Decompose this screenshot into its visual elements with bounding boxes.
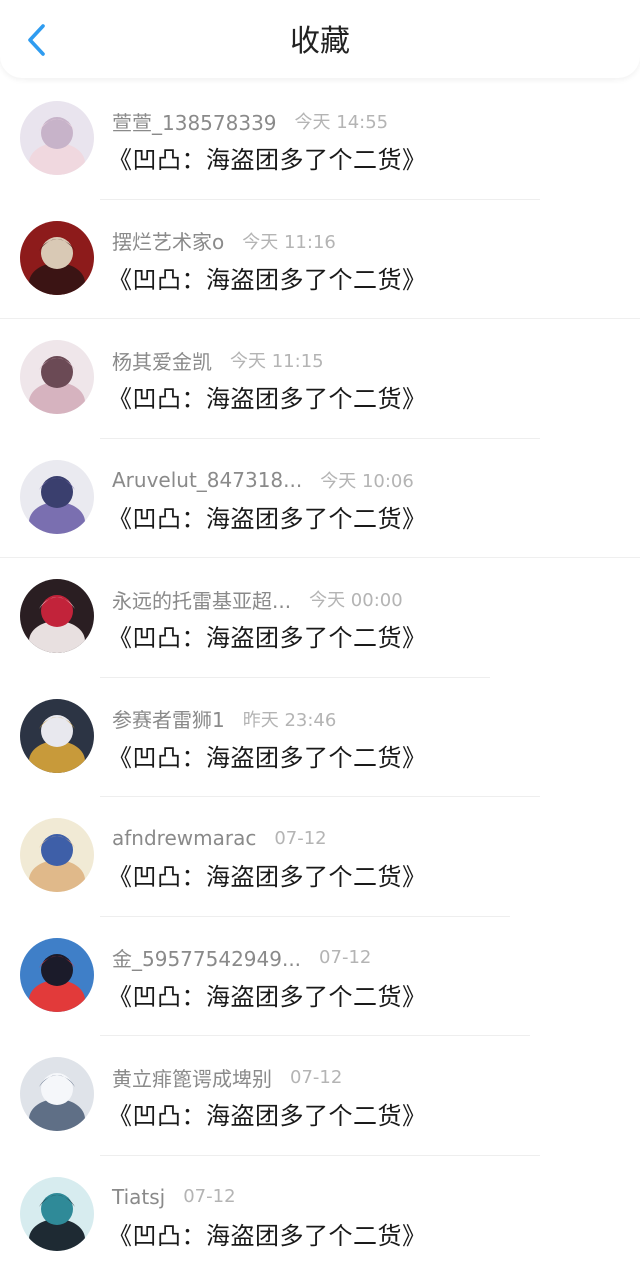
list-item[interactable]: 永远的托雷基亚超... 今天 00:00 《凹凸：海盗团多了个二货》 [0, 558, 640, 678]
item-title[interactable]: 《凹凸：海盗团多了个二货》 [108, 1216, 427, 1251]
item-meta: Tiatsj 07-12 [112, 1182, 236, 1212]
favorites-list: 萱萱_138578339 今天 14:55 《凹凸：海盗团多了个二货》 摆烂艺术家o 今… [0, 80, 640, 1272]
timestamp: 07-12 [319, 947, 372, 968]
avatar[interactable] [20, 818, 94, 892]
username[interactable]: 萱萱_138578339 [112, 107, 277, 136]
timestamp: 今天 11:16 [242, 231, 336, 253]
list-item[interactable]: 黄立痱篦谔成埤别 07-12 《凹凸：海盗团多了个二货》 [0, 1036, 640, 1156]
item-meta: 黄立痱篦谔成埤别 07-12 [112, 1062, 342, 1092]
username[interactable]: Aruvelut_847318... [112, 468, 302, 492]
avatar[interactable] [20, 698, 94, 773]
list-item[interactable]: Aruvelut_847318... 今天 10:06 《凹凸：海盗团多了个二货》 [0, 439, 640, 558]
avatar[interactable] [20, 220, 94, 295]
username[interactable]: Tiatsj [112, 1185, 165, 1209]
avatar[interactable] [20, 101, 94, 175]
item-title[interactable]: 《凹凸：海盗团多了个二货》 [108, 738, 427, 773]
timestamp: 07-12 [274, 827, 327, 849]
item-title[interactable]: 《凹凸：海盗团多了个二货》 [108, 260, 427, 295]
item-meta: afndrewmarac 07-12 [112, 823, 327, 853]
list-item[interactable]: 杨其爱金凯 今天 11:15 《凹凸：海盗团多了个二货》 [0, 319, 640, 439]
timestamp: 07-12 [290, 1066, 343, 1088]
avatar[interactable] [20, 579, 94, 653]
timestamp: 07-12 [183, 1186, 236, 1207]
item-meta: 参赛者雷狮1 昨天 23:46 [112, 704, 336, 734]
item-title[interactable]: 《凹凸：海盗团多了个二货》 [108, 499, 427, 534]
item-meta: 永远的托雷基亚超... 今天 00:00 [112, 584, 403, 614]
avatar[interactable] [20, 340, 94, 414]
timestamp: 今天 00:00 [309, 590, 403, 611]
item-title[interactable]: 《凹凸：海盗团多了个二货》 [108, 618, 427, 653]
username[interactable]: 摆烂艺术家o [112, 226, 224, 255]
timestamp: 今天 10:06 [320, 470, 414, 492]
avatar[interactable] [20, 459, 94, 534]
item-title[interactable]: 《凹凸：海盗团多了个二货》 [108, 140, 427, 175]
username[interactable]: afndrewmarac [112, 826, 256, 850]
item-meta: 杨其爱金凯 今天 11:15 [112, 345, 324, 375]
item-meta: 摆烂艺术家o 今天 11:16 [112, 226, 336, 256]
username[interactable]: 参赛者雷狮1 [112, 704, 225, 733]
item-title[interactable]: 《凹凸：海盗团多了个二货》 [108, 1096, 427, 1131]
timestamp: 今天 14:55 [294, 112, 389, 133]
username[interactable]: 黄立痱篦谔成埤别 [112, 1063, 272, 1092]
avatar[interactable] [20, 937, 94, 1012]
username[interactable]: 永远的托雷基亚超... [112, 585, 291, 614]
top-bar: 收藏 [0, 0, 640, 78]
list-item[interactable]: 摆烂艺术家o 今天 11:16 《凹凸：海盗团多了个二货》 [0, 200, 640, 319]
list-item[interactable]: 金_59577542949... 07-12 《凹凸：海盗团多了个二货》 [0, 917, 640, 1036]
list-item[interactable]: 参赛者雷狮1 昨天 23:46 《凹凸：海盗团多了个二货》 [0, 678, 640, 797]
timestamp: 昨天 23:46 [242, 709, 337, 731]
item-title[interactable]: 《凹凸：海盗团多了个二货》 [108, 977, 427, 1012]
username[interactable]: 金_59577542949... [112, 943, 301, 972]
item-title[interactable]: 《凹凸：海盗团多了个二货》 [108, 857, 427, 892]
item-meta: 萱萱_138578339 今天 14:55 [112, 106, 388, 136]
avatar[interactable] [20, 1176, 94, 1251]
page-title: 收藏 [290, 24, 350, 59]
item-title[interactable]: 《凹凸：海盗团多了个二货》 [108, 379, 427, 414]
collection-page: 收藏 萱萱_138578339 今天 14:55 《凹凸：海盗团多了个二货》 摆烂艺术… [0, 0, 640, 1272]
item-meta: Aruvelut_847318... 今天 10:06 [112, 465, 414, 495]
avatar[interactable] [20, 1057, 94, 1131]
item-meta: 金_59577542949... 07-12 [112, 943, 371, 973]
list-item[interactable]: 萱萱_138578339 今天 14:55 《凹凸：海盗团多了个二货》 [0, 80, 640, 200]
timestamp: 今天 11:15 [230, 351, 324, 372]
list-item[interactable]: afndrewmarac 07-12 《凹凸：海盗团多了个二货》 [0, 797, 640, 917]
list-item[interactable]: Tiatsj 07-12 《凹凸：海盗团多了个二货》 [0, 1156, 640, 1272]
username[interactable]: 杨其爱金凯 [112, 346, 212, 375]
